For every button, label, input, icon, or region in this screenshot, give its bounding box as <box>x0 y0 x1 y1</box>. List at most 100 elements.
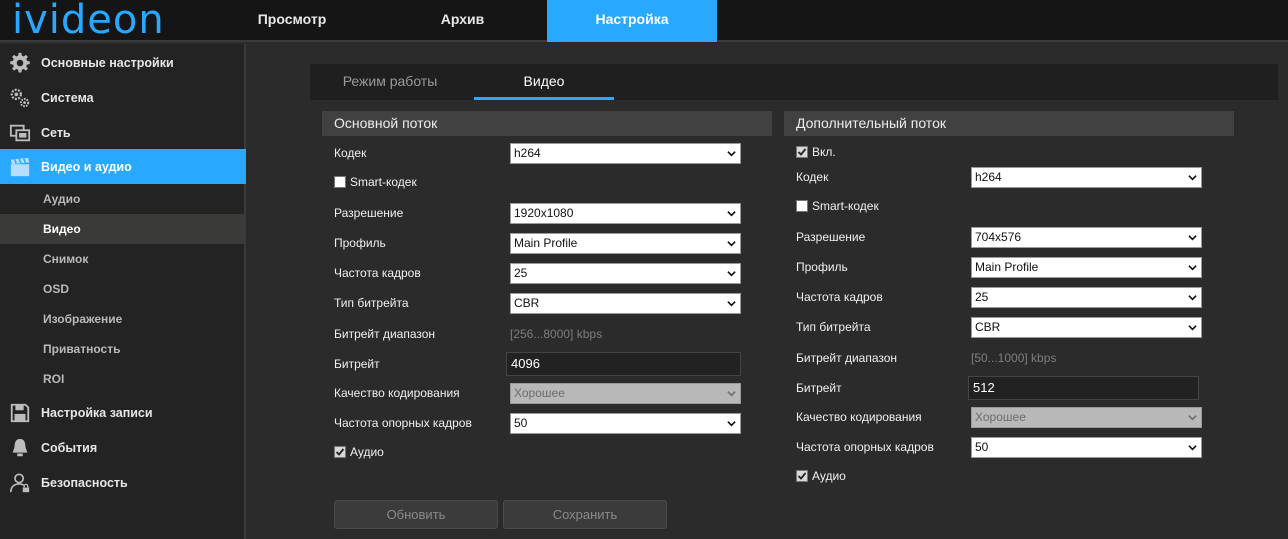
main-profile-value: Main Profile <box>514 236 578 250</box>
main-content: Режим работы Видео Основной поток Кодек … <box>248 44 1288 539</box>
main-quality-value: Хорошее <box>514 386 565 400</box>
sidebar-item-label: Настройка записи <box>41 405 153 420</box>
chevron-down-icon <box>727 271 736 277</box>
main-profile-select[interactable]: Main Profile <box>510 233 741 254</box>
main-audio-checkbox[interactable]: Аудио <box>334 445 384 459</box>
sub-fps-select[interactable]: 25 <box>971 287 1202 308</box>
gear-icon <box>8 51 32 75</box>
sidebar-subitem-roi[interactable]: ROI <box>0 364 246 394</box>
chevron-down-icon <box>1188 415 1197 421</box>
sub-bitrate-type-value: CBR <box>975 320 1001 334</box>
sub-bitrate-input[interactable]: 512 <box>968 376 1199 400</box>
main-resolution-label: Разрешение <box>334 206 404 220</box>
main-smart-codec-checkbox[interactable]: Smart-кодек <box>334 175 417 189</box>
tab-settings[interactable]: Настройка <box>547 0 717 42</box>
checkbox-label: Аудио <box>350 445 384 459</box>
sidebar-subitem-video[interactable]: Видео <box>0 214 246 244</box>
sidebar-item-label: Основные настройки <box>41 55 174 70</box>
sub-bitrate-type-label: Тип битрейта <box>796 320 871 334</box>
main-bitrate-type-label: Тип битрейта <box>334 296 409 310</box>
sidebar-subitem-osd[interactable]: OSD <box>0 274 246 304</box>
main-fps-label: Частота кадров <box>334 266 421 280</box>
main-bitrate-label: Битрейт <box>334 357 380 371</box>
tab-view[interactable]: Просмотр <box>247 0 337 42</box>
main-quality-select: Хорошее <box>510 383 741 404</box>
main-resolution-value: 1920x1080 <box>514 206 574 220</box>
main-quality-label: Качество кодирования <box>334 386 460 400</box>
chevron-down-icon <box>1188 295 1197 301</box>
sub-gop-value: 50 <box>975 440 989 454</box>
chevron-down-icon <box>1188 175 1197 181</box>
sub-codec-select[interactable]: h264 <box>971 167 1202 188</box>
sub-fps-label: Частота кадров <box>796 290 883 304</box>
chevron-down-icon <box>1188 265 1197 271</box>
sidebar-subitem-snapshot[interactable]: Снимок <box>0 244 246 274</box>
main-stream-header: Основной поток <box>322 111 772 136</box>
main-gop-label: Частота опорных кадров <box>334 416 472 430</box>
checkbox-box <box>796 146 808 158</box>
main-codec-select[interactable]: h264 <box>510 143 741 164</box>
sidebar-item-security[interactable]: Безопасность <box>0 465 246 500</box>
top-bar: ivideon Просмотр Архив Настройка <box>0 0 1288 44</box>
main-bitrate-type-select[interactable]: CBR <box>510 293 741 314</box>
sidebar-subitem-privacy[interactable]: Приватность <box>0 334 246 364</box>
sub-bitrate-label: Битрейт <box>796 381 842 395</box>
ivideon-logo[interactable]: ivideon <box>12 0 165 44</box>
sub-quality-select: Хорошее <box>971 407 1202 428</box>
chevron-down-icon <box>727 211 736 217</box>
checkbox-label: Аудио <box>812 469 846 483</box>
sub-bitrate-range-label: Битрейт диапазон <box>796 351 898 365</box>
sidebar-item-system[interactable]: Система <box>0 80 246 115</box>
chevron-down-icon <box>727 391 736 397</box>
chevron-down-icon <box>1188 235 1197 241</box>
main-gop-select[interactable]: 50 <box>510 413 741 434</box>
sub-resolution-value: 704x576 <box>975 230 1022 244</box>
sidebar-subitem-audio[interactable]: Аудио <box>0 184 246 214</box>
refresh-button[interactable]: Обновить <box>334 500 498 529</box>
sub-bitrate-type-select[interactable]: CBR <box>971 317 1202 338</box>
main-bitrate-range-label: Битрейт диапазон <box>334 327 436 341</box>
sidebar-item-recording[interactable]: Настройка записи <box>0 395 246 430</box>
chevron-down-icon <box>727 151 736 157</box>
main-bitrate-type-value: CBR <box>514 296 540 310</box>
checkbox-label: Вкл. <box>812 145 836 159</box>
sub-profile-label: Профиль <box>796 260 848 274</box>
sub-gop-select[interactable]: 50 <box>971 437 1202 458</box>
sub-resolution-label: Разрешение <box>796 230 866 244</box>
chevron-down-icon <box>1188 445 1197 451</box>
main-bitrate-input[interactable]: 4096 <box>506 352 741 376</box>
sub-profile-value: Main Profile <box>975 260 1039 274</box>
sidebar-item-network[interactable]: Сеть <box>0 115 246 150</box>
sidebar-item-label: Безопасность <box>41 475 128 490</box>
floppy-icon <box>8 401 32 425</box>
main-profile-label: Профиль <box>334 236 386 250</box>
sub-fps-value: 25 <box>975 290 989 304</box>
sidebar-item-events[interactable]: События <box>0 430 246 465</box>
bell-icon <box>8 436 32 460</box>
sub-enabled-checkbox[interactable]: Вкл. <box>796 145 836 159</box>
main-fps-select[interactable]: 25 <box>510 263 741 284</box>
tab-video[interactable]: Видео <box>474 64 614 100</box>
sidebar-subitem-image[interactable]: Изображение <box>0 304 246 334</box>
save-button[interactable]: Сохранить <box>503 500 667 529</box>
tab-operation-mode[interactable]: Режим работы <box>310 64 470 100</box>
sidebar-item-video-audio[interactable]: Видео и аудио <box>0 149 246 184</box>
checkbox-box <box>334 446 346 458</box>
chevron-down-icon <box>1188 325 1197 331</box>
sub-profile-select[interactable]: Main Profile <box>971 257 1202 278</box>
checkbox-label: Smart-кодек <box>350 175 417 189</box>
tab-archive[interactable]: Архив <box>415 0 510 42</box>
sidebar-item-basic-settings[interactable]: Основные настройки <box>0 45 246 80</box>
main-fps-value: 25 <box>514 266 528 280</box>
main-resolution-select[interactable]: 1920x1080 <box>510 203 741 224</box>
subtabs-bar: Режим работы Видео <box>310 64 1278 100</box>
check-icon <box>797 148 807 156</box>
main-codec-label: Кодек <box>334 146 367 160</box>
sub-audio-checkbox[interactable]: Аудио <box>796 469 846 483</box>
chevron-down-icon <box>727 421 736 427</box>
sub-smart-codec-checkbox[interactable]: Smart-кодек <box>796 199 879 213</box>
sub-resolution-select[interactable]: 704x576 <box>971 227 1202 248</box>
main-codec-value: h264 <box>514 146 541 160</box>
sidebar-item-label: Система <box>41 90 94 105</box>
sub-bitrate-range-value: [50...1000] kbps <box>971 351 1057 365</box>
